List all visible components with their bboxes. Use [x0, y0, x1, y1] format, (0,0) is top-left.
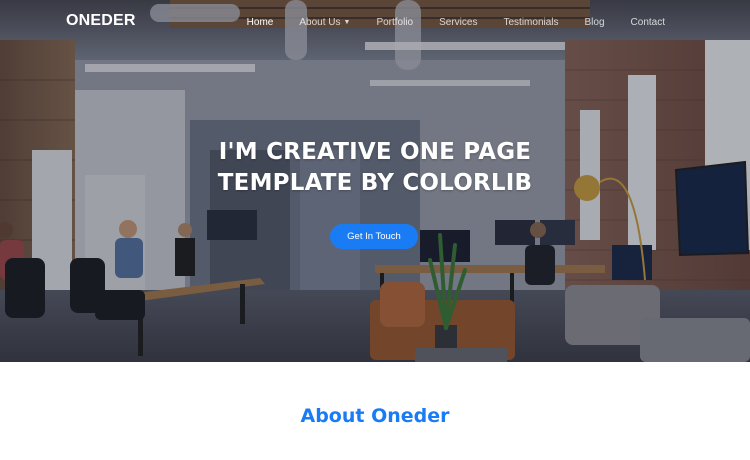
nav-item-contact[interactable]: Contact — [631, 17, 665, 28]
nav-item-portfolio[interactable]: Portfolio — [376, 17, 413, 28]
brand-logo[interactable]: ONEDER — [66, 12, 136, 30]
nav-item-blog[interactable]: Blog — [585, 17, 605, 28]
nav-item-label: Home — [246, 17, 274, 28]
nav-item-testimonials[interactable]: Testimonials — [503, 17, 558, 28]
top-navbar: ONEDER Home About Us ▼ Portfolio Service… — [0, 0, 750, 46]
chevron-down-icon: ▼ — [343, 19, 351, 26]
main-menu: Home About Us ▼ Portfolio Services Testi… — [221, 17, 665, 28]
nav-item-label: Testimonials — [503, 17, 559, 28]
about-section-title: About Oneder — [300, 405, 450, 427]
nav-item-label: Portfolio — [376, 17, 414, 28]
nav-item-home[interactable]: Home — [247, 17, 274, 28]
hero-title-line2: TEMPLATE BY COLORLIB — [217, 170, 533, 196]
nav-item-label: Blog — [584, 17, 605, 28]
hero-section: ONEDER Home About Us ▼ Portfolio Service… — [0, 0, 750, 362]
nav-item-label: About Us — [299, 17, 341, 28]
nav-item-about-us[interactable]: About Us ▼ — [299, 17, 350, 28]
hero-title-line1: I'M CREATIVE ONE PAGE — [218, 139, 532, 165]
nav-item-label: Services — [439, 17, 478, 28]
nav-item-label: Contact — [630, 17, 665, 28]
get-in-touch-button[interactable]: Get In Touch — [330, 224, 418, 249]
hero-title: I'M CREATIVE ONE PAGE TEMPLATE BY COLORL… — [0, 137, 750, 199]
nav-item-services[interactable]: Services — [439, 17, 477, 28]
